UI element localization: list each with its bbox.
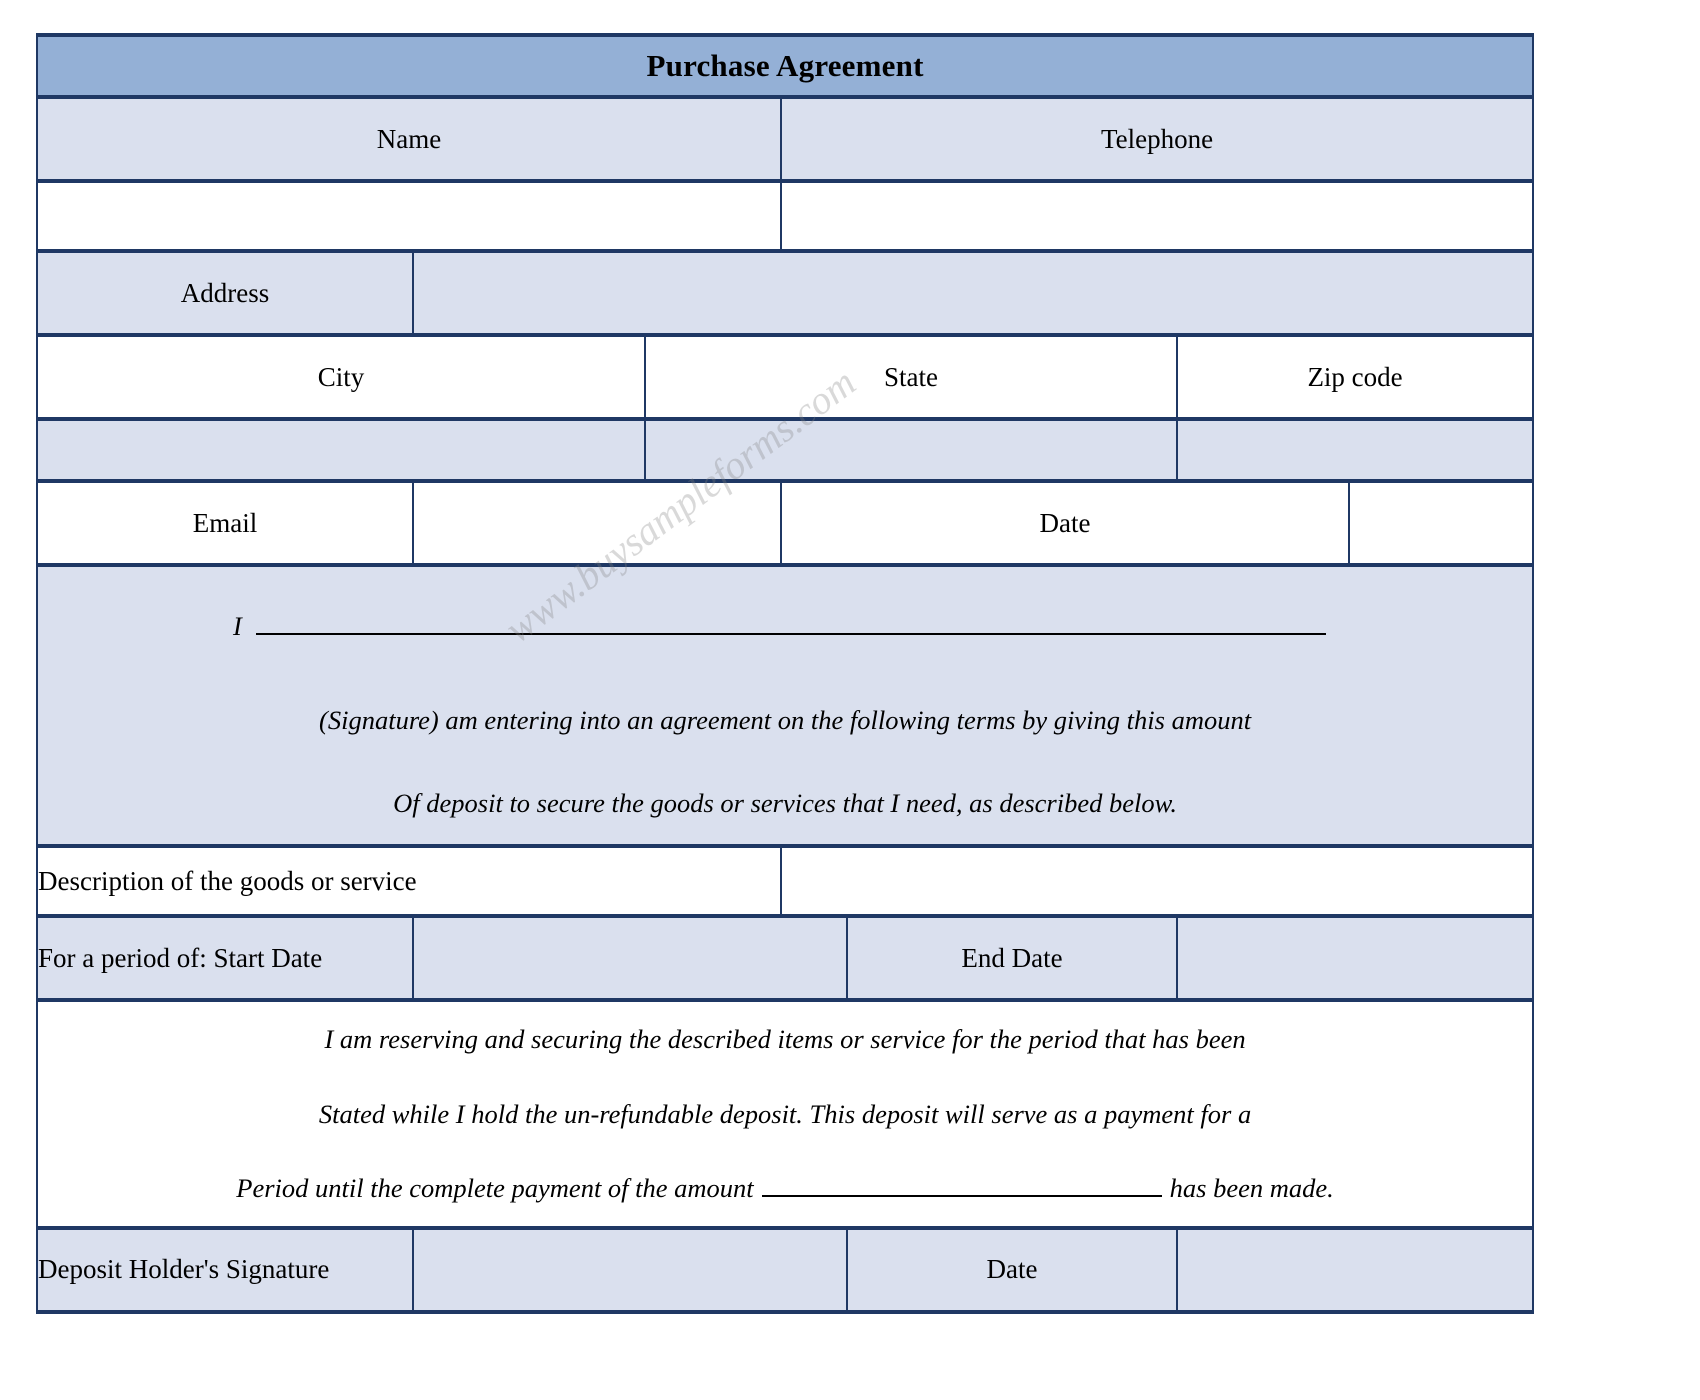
agreement-line-3: Of deposit to secure the goods or servic… xyxy=(393,787,1177,818)
terms-statement-row: I am reserving and securing the describe… xyxy=(35,998,1535,1230)
city-input[interactable] xyxy=(36,417,646,483)
deposit-holder-signature-label: Deposit Holder's Signature xyxy=(36,1225,414,1314)
start-date-input[interactable] xyxy=(412,914,848,1003)
terms-line-1: I am reserving and securing the describe… xyxy=(324,1024,1246,1055)
telephone-label: Telephone xyxy=(779,95,1535,183)
agreement-statement-row: I (Signature) am entering into an agreem… xyxy=(35,562,1535,849)
city-state-zip-label-row: City State Zip code xyxy=(36,333,1535,421)
terms-line-2: Stated while I hold the un-refundable de… xyxy=(318,1098,1252,1129)
amount-input[interactable] xyxy=(761,1195,1162,1198)
page-title: Purchase Agreement xyxy=(35,33,1535,99)
deposit-holder-row: Deposit Holder's Signature Date xyxy=(36,1225,1535,1314)
purchase-agreement-document: Purchase Agreement Name Telephone Addres… xyxy=(0,0,1700,1400)
name-telephone-label-row: Name Telephone xyxy=(36,95,1535,183)
signature-input[interactable] xyxy=(255,633,1326,635)
terms-line-3: Period until the complete payment of the… xyxy=(38,1151,1532,1225)
agreement-line-2: (Signature) am entering into an agreemen… xyxy=(319,705,1252,736)
name-input[interactable] xyxy=(36,179,782,253)
name-telephone-input-row xyxy=(36,179,1535,253)
email-input[interactable] xyxy=(412,479,782,567)
end-date-input[interactable] xyxy=(1175,914,1535,1003)
signature-line-wrapper: I xyxy=(38,611,1532,641)
purchase-agreement-form: Purchase Agreement Name Telephone Addres… xyxy=(35,33,1535,1314)
terms-line-3-after: has been made. xyxy=(1169,1173,1334,1204)
description-label: Description of the goods or service xyxy=(36,844,782,919)
address-row: Address xyxy=(36,249,1535,337)
description-row: Description of the goods or service xyxy=(36,844,1535,919)
city-label: City xyxy=(36,333,646,421)
email-label: Email xyxy=(36,479,414,567)
address-label: Address xyxy=(36,249,414,337)
date-input[interactable] xyxy=(1347,479,1535,567)
title-row: Purchase Agreement xyxy=(35,33,1535,99)
address-input[interactable] xyxy=(411,249,1535,337)
pronoun-i: I xyxy=(233,611,242,641)
city-state-zip-input-row xyxy=(36,417,1535,483)
agreement-statement: I (Signature) am entering into an agreem… xyxy=(35,562,1535,849)
date-label: Date xyxy=(780,479,1350,567)
zip-code-label: Zip code xyxy=(1175,333,1535,421)
state-label: State xyxy=(644,333,1178,421)
telephone-input[interactable] xyxy=(779,179,1535,253)
name-label: Name xyxy=(36,95,782,183)
deposit-holder-signature-input[interactable] xyxy=(412,1225,848,1314)
deposit-holder-date-label: Date xyxy=(846,1225,1178,1314)
state-input[interactable] xyxy=(644,417,1178,483)
terms-statement: I am reserving and securing the describe… xyxy=(35,998,1535,1230)
end-date-label: End Date xyxy=(846,914,1178,1003)
description-input[interactable] xyxy=(779,844,1535,919)
email-date-row: Email Date xyxy=(36,479,1535,567)
zip-code-input[interactable] xyxy=(1175,417,1535,483)
period-row: For a period of: Start Date End Date xyxy=(36,914,1535,1003)
terms-line-3-before: Period until the complete payment of the… xyxy=(236,1173,754,1204)
start-date-label: For a period of: Start Date xyxy=(36,914,414,1003)
deposit-holder-date-input[interactable] xyxy=(1175,1225,1535,1314)
